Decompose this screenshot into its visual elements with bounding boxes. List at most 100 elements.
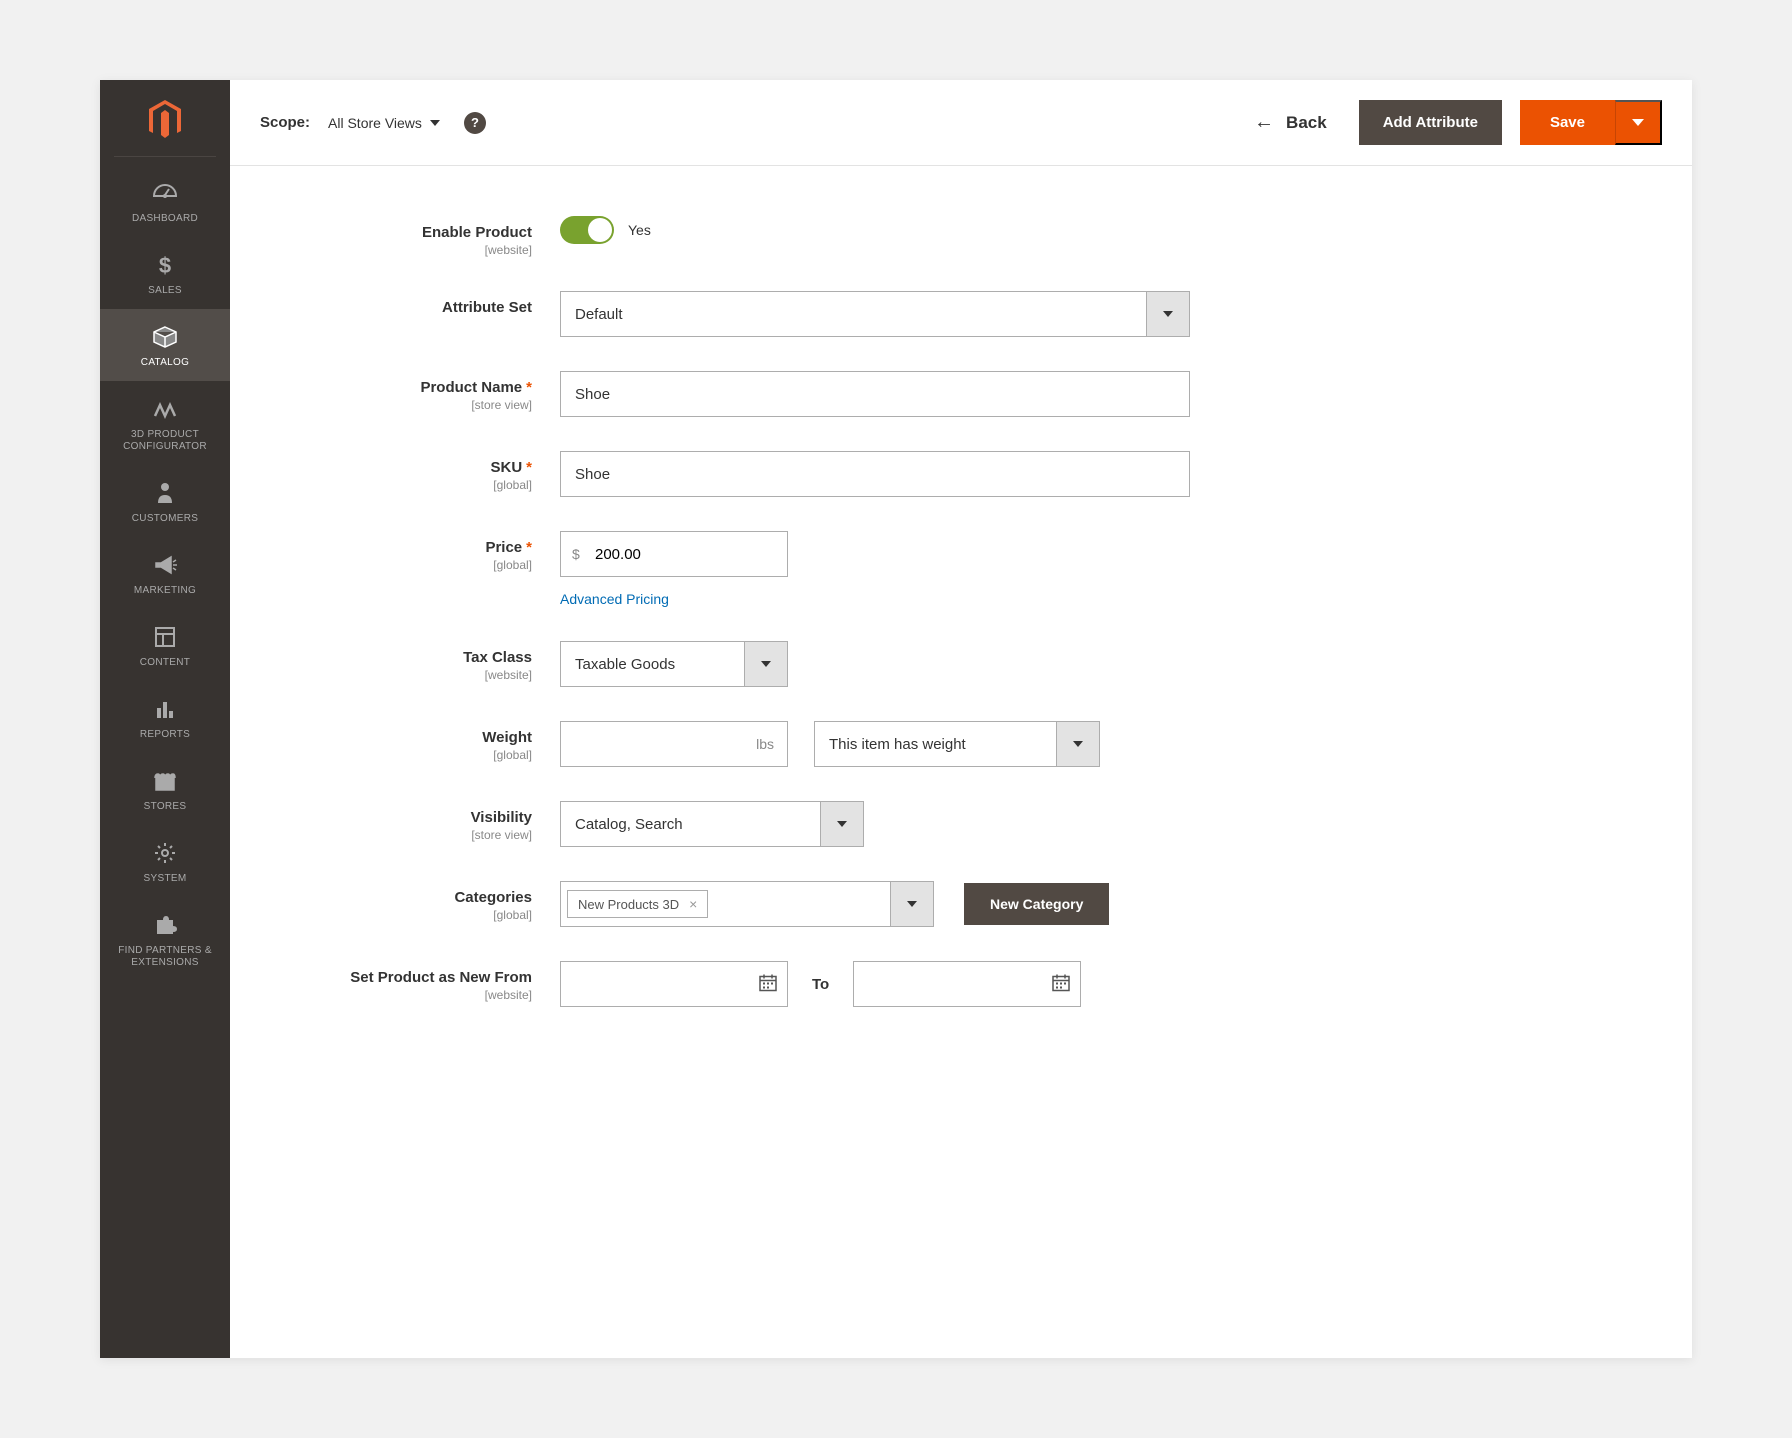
sidebar-item-label: MARKETING [134,585,196,597]
weight-type-select[interactable]: This item has weight [814,721,1100,767]
sidebar-item-stores[interactable]: STORES [100,753,230,825]
label-categories: Categories [270,889,532,906]
sidebar-item-label: FIND PARTNERS & EXTENSIONS [106,945,224,969]
person-icon [156,479,174,507]
sidebar-item-catalog[interactable]: CATALOG [100,309,230,381]
sku-input[interactable] [560,451,1190,497]
sidebar-item-partners[interactable]: FIND PARTNERS & EXTENSIONS [100,897,230,981]
scope-hint: [store view] [270,398,532,412]
dropdown-caret[interactable] [890,881,934,927]
categories-select[interactable]: New Products 3D × [560,881,934,927]
visibility-value: Catalog, Search [560,801,820,847]
enable-product-toggle[interactable] [560,216,614,244]
sidebar-item-label: CATALOG [141,357,189,369]
required-indicator: * [526,379,532,396]
chevron-down-icon [430,120,440,126]
save-button[interactable]: Save [1520,100,1615,145]
sidebar-item-content[interactable]: CONTENT [100,609,230,681]
sidebar-item-label: 3D PRODUCT CONFIGURATOR [106,429,224,453]
dropdown-caret[interactable] [820,801,864,847]
chevron-down-icon [907,901,917,907]
new-to-date-input[interactable] [853,961,1081,1007]
label-sku: SKU [490,459,522,476]
sidebar: DASHBOARD $ SALES CATALOG 3D PRODUCT CON… [100,80,230,1358]
label-visibility: Visibility [270,809,532,826]
layout-icon [154,623,176,651]
catalog-icon [152,323,178,351]
dashboard-icon [152,179,178,207]
advanced-pricing-link[interactable]: Advanced Pricing [560,591,669,607]
scope-value: All Store Views [328,115,422,131]
sidebar-item-marketing[interactable]: MARKETING [100,537,230,609]
back-label: Back [1286,113,1327,133]
dropdown-caret[interactable] [744,641,788,687]
attribute-set-select[interactable]: Default [560,291,1190,337]
logo[interactable] [114,80,216,157]
svg-text:$: $ [159,253,171,277]
label-price: Price [485,539,522,556]
sidebar-item-3d-configurator[interactable]: 3D PRODUCT CONFIGURATOR [100,381,230,465]
remove-chip-icon[interactable]: × [689,896,697,912]
scope-hint: [website] [270,668,532,682]
dollar-icon: $ [157,251,173,279]
sidebar-item-dashboard[interactable]: DASHBOARD [100,165,230,237]
field-product-name: Product Name* [store view] [270,371,1652,417]
add-attribute-button[interactable]: Add Attribute [1359,100,1502,145]
back-button[interactable]: ← Back [1254,111,1327,134]
sidebar-item-label: REPORTS [140,729,190,741]
storefront-icon [153,767,177,795]
sidebar-item-sales[interactable]: $ SALES [100,237,230,309]
weight-unit: lbs [756,736,774,752]
category-chip-label: New Products 3D [578,897,679,912]
field-weight: Weight [global] lbs This item has weight [270,721,1652,767]
field-new-from: Set Product as New From [website] To [270,961,1652,1007]
weight-input[interactable] [560,721,788,767]
dropdown-caret[interactable] [1056,721,1100,767]
magento-logo-icon [145,98,185,142]
product-form: Enable Product [website] Yes Attribute S… [230,166,1692,1081]
currency-symbol: $ [572,546,580,562]
field-enable-product: Enable Product [website] Yes [270,216,1652,257]
scope-hint: [global] [270,908,532,922]
weight-type-value: This item has weight [814,721,1056,767]
label-attribute-set: Attribute Set [270,299,532,316]
sidebar-item-label: STORES [144,801,187,813]
scope-hint: [website] [270,243,532,257]
tax-class-value: Taxable Goods [560,641,744,687]
sidebar-item-label: SALES [148,285,182,297]
field-attribute-set: Attribute Set Default [270,291,1652,337]
field-sku: SKU* [global] [270,451,1652,497]
arrow-left-icon: ← [1254,111,1274,134]
chevron-down-icon [1073,741,1083,747]
new-from-date-input[interactable] [560,961,788,1007]
visibility-select[interactable]: Catalog, Search [560,801,864,847]
required-indicator: * [526,539,532,556]
new-category-button[interactable]: New Category [964,883,1109,925]
main-content: Scope: All Store Views ? ← Back Add Attr… [230,80,1692,1358]
product-name-input[interactable] [560,371,1190,417]
scope-hint: [global] [270,748,532,762]
tax-class-select[interactable]: Taxable Goods [560,641,788,687]
required-indicator: * [526,459,532,476]
field-tax-class: Tax Class [website] Taxable Goods [270,641,1652,687]
price-input[interactable] [560,531,788,577]
calendar-icon[interactable] [758,973,778,996]
field-categories: Categories [global] New Products 3D × [270,881,1652,927]
save-dropdown-button[interactable] [1615,100,1662,145]
sidebar-item-system[interactable]: SYSTEM [100,825,230,897]
chevron-down-icon [837,821,847,827]
dropdown-caret[interactable] [1146,291,1190,337]
help-icon[interactable]: ? [464,112,486,134]
label-enable-product: Enable Product [270,224,532,241]
calendar-icon[interactable] [1051,973,1071,996]
sidebar-item-label: CUSTOMERS [132,513,198,525]
bar-chart-icon [154,695,176,723]
scope-selector[interactable]: All Store Views [328,115,440,131]
sidebar-item-customers[interactable]: CUSTOMERS [100,465,230,537]
chevron-down-icon [1163,311,1173,317]
sidebar-item-label: DASHBOARD [132,213,198,225]
field-price: Price* [global] $ Advanced Pricing [270,531,1652,607]
label-weight: Weight [270,729,532,746]
puzzle-icon [153,911,177,939]
sidebar-item-reports[interactable]: REPORTS [100,681,230,753]
